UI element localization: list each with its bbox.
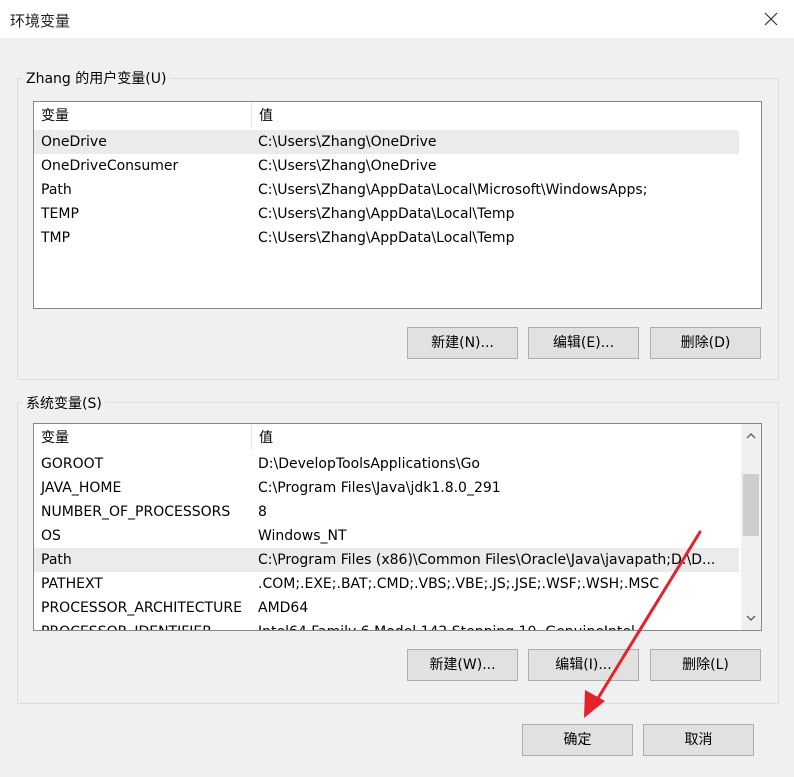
annotation-arrow <box>584 530 702 718</box>
